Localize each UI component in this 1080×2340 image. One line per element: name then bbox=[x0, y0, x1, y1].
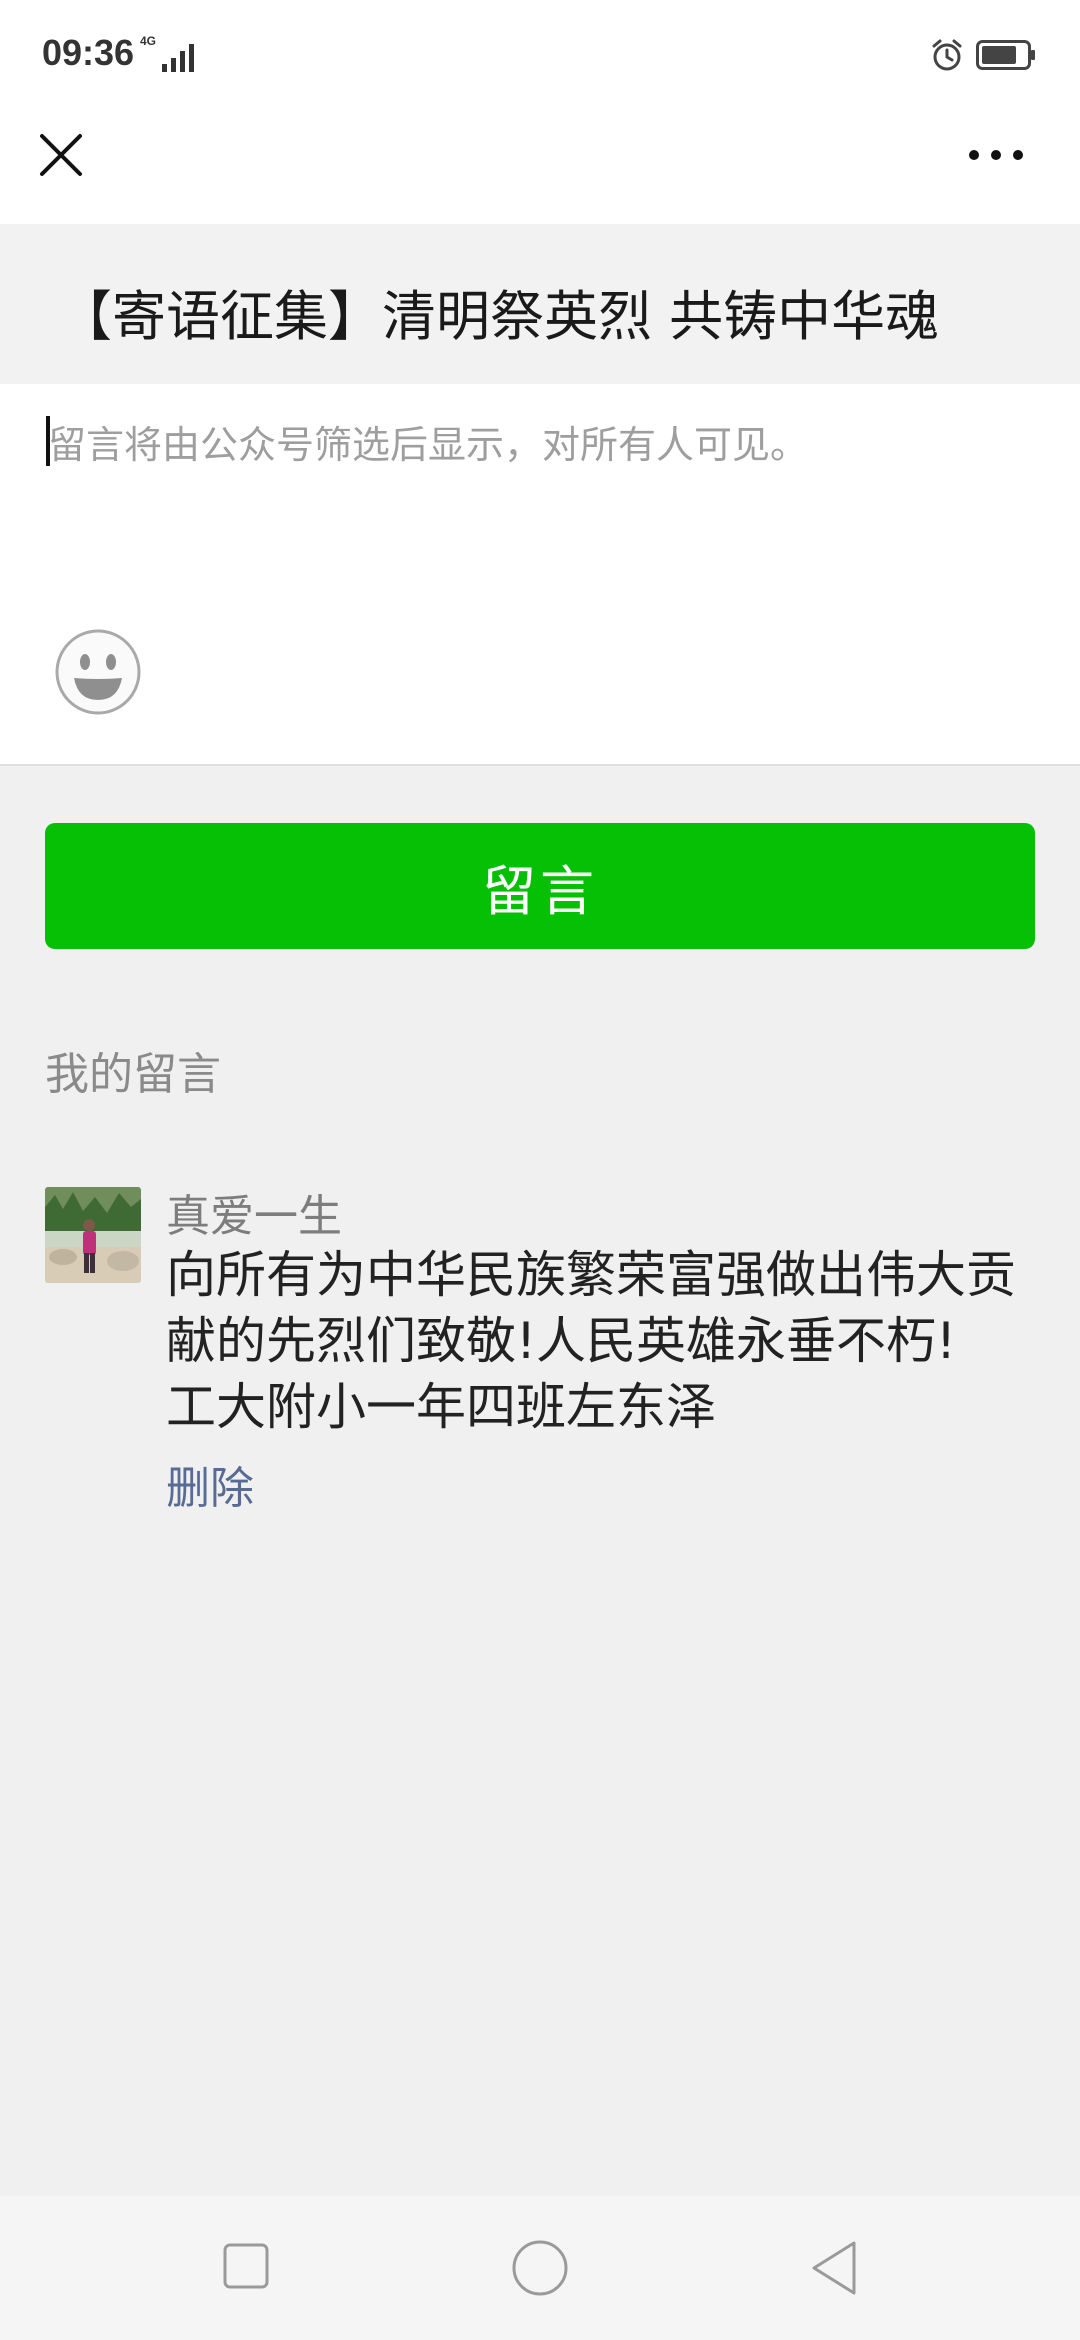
status-time: 09:36 bbox=[42, 32, 135, 73]
comment-input[interactable] bbox=[48, 414, 1038, 634]
battery-icon bbox=[976, 40, 1035, 70]
system-nav-bar bbox=[0, 2196, 1080, 2340]
comment-text: 向所有为中华民族繁荣富强做出伟大贡 献的先烈们致敬!人民英雄永垂不朽! 工大附小… bbox=[166, 1242, 1026, 1440]
more-icon[interactable] bbox=[964, 140, 1028, 170]
status-bar: 09:36 4G bbox=[0, 0, 1080, 110]
emoji-icon[interactable] bbox=[54, 628, 142, 716]
comment-line: 工大附小一年四班左东泽 bbox=[166, 1378, 716, 1436]
article-title-band: 【寄语征集】清明祭英烈 共铸中华魂 bbox=[0, 224, 1080, 384]
close-icon[interactable] bbox=[36, 130, 86, 180]
my-comments-label: 我的留言 bbox=[45, 1049, 221, 1100]
article-title: 【寄语征集】清明祭英烈 共铸中华魂 bbox=[58, 285, 940, 348]
avatar bbox=[45, 1187, 141, 1283]
alarm-icon bbox=[932, 39, 962, 71]
network-type: 4G bbox=[140, 34, 157, 48]
submit-comment-button[interactable]: 留言 bbox=[45, 823, 1035, 949]
delete-comment-link[interactable]: 删除 bbox=[166, 1452, 254, 1516]
comment-input-panel bbox=[0, 384, 1080, 766]
nav-bar bbox=[0, 110, 1080, 224]
recent-apps-icon[interactable] bbox=[222, 2242, 270, 2290]
comment-line: 向所有为中华民族繁荣富强做出伟大贡 bbox=[166, 1246, 1016, 1304]
signal-icon: 4G bbox=[140, 34, 196, 74]
back-icon[interactable] bbox=[808, 2238, 860, 2298]
home-icon[interactable] bbox=[510, 2238, 570, 2298]
comment-line: 献的先烈们致敬!人民英雄永垂不朽! bbox=[166, 1312, 957, 1370]
comment-author: 真爱一生 bbox=[166, 1191, 342, 1242]
